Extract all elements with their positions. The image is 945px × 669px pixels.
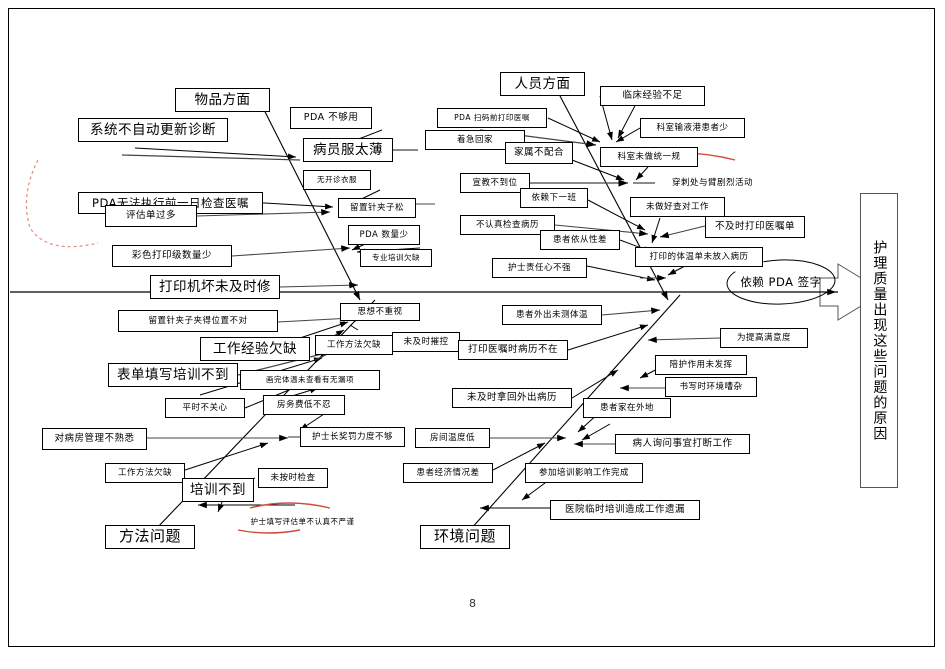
cause-box-dayinti: 打印的体温单未放入病历 [635,247,763,267]
page-number: 8 [469,597,476,610]
cause-box-huanjing: 环境问题 [420,525,510,549]
cause-box-weianshi: 未按时检查 [258,468,328,488]
cause-box-canjia: 参加培训影响工作完成 [525,463,643,483]
cause-box-huanzheyi: 患者依从性差 [540,230,620,250]
cause-box-huanzhejingji: 患者经济情况差 [403,463,493,483]
cause-box-xitong: 系统不自动更新诊断 [78,118,228,142]
cause-box-hushizhang: 护士长奖罚力度不够 [300,427,405,447]
cause-box-duibingfang: 对病房管理不熟悉 [42,428,147,450]
cause-box-peixun: 培训不到 [182,478,254,502]
conclusion-label: 护理质量出现这些问题的原因 [871,239,888,442]
cause-box-bingren: 病人询问事宜打断工作 [615,434,750,454]
cause-box-yiyuan: 医院临时培训造成工作遗漏 [550,500,700,520]
cause-box-yilaipda: 依赖 PDA 签字 [740,274,822,289]
cause-box-yilaixia: 依赖下一班 [520,188,588,208]
cause-box-fangjian: 房间温度低 [415,428,490,448]
cause-box-bingyuanfu: 病员服太薄 [303,138,393,162]
cause-box-wukaizhen: 无开诊衣服 [303,170,371,190]
cause-box-weijishinahui: 未及时拿回外出病历 [452,388,572,408]
cause-box-caise: 彩色打印级数量少 [112,245,232,267]
cause-box-pingguda: 评估单过多 [105,205,197,227]
cause-box-bujishi: 不及时打印医嘱单 [705,216,805,238]
cause-box-fangfa: 方法问题 [105,525,195,549]
cause-box-huanzhejia: 患者家在外地 [583,398,671,418]
cause-box-fangwu: 房务费低不忍 [263,395,345,415]
cause-box-pingshi: 平时不关心 [165,398,245,418]
cause-box-pdashuliang: PDA 数量少 [348,225,420,245]
cause-box-linchuang: 临床经验不足 [600,86,705,106]
cause-box-keshishuye: 科室输液港患者少 [640,118,745,138]
cause-box-huanzhewaichu: 患者外出未测体温 [502,305,602,325]
cause-box-keshiwei: 科室未做统一规 [600,147,698,167]
cause-box-jiashu: 家属不配合 [505,142,573,164]
cause-box-dayinyizhu: 打印医嘱时病历不在 [458,340,568,360]
cause-box-shuxie: 书写时环境嘈杂 [665,377,757,397]
cause-box-huawan: 画完体温未查看有无漏项 [240,370,380,390]
cause-box-gongzuojing: 工作经验欠缺 [200,337,310,361]
cause-box-weizuohao: 未做好查对工作 [630,197,725,217]
cause-box-weijishicuikong: 未及时摧控 [392,332,460,352]
cause-box-dayinji: 打印机坏未及时修 [150,275,280,299]
cause-box-liuzhiwei: 留置针夹子夹得位置不对 [118,310,278,332]
cause-box-hushize: 护士责任心不强 [492,258,587,278]
cause-box-hushitian: 护士填写评估单不认真不严谨 [250,517,355,527]
cause-box-wupin: 物品方面 [175,88,270,112]
cause-box-chuanci: 穿刺处与臂剧烈活动 [671,177,753,188]
cause-box-zhuanye: 专业培训欠缺 [360,249,432,267]
fishbone-diagram-page: 物品方面 系统不自动更新诊断 PDA 不够用 病员服太薄 PDA无法执行前一日检查医嘱无… [0,0,945,669]
conclusion-box: 护理质量出现这些问题的原因 [860,193,898,488]
cause-box-renyuan: 人员方面 [500,72,585,96]
cause-box-pdasaoma: PDA 扫码前打印医嘱 [437,108,547,128]
cause-box-liuzhizhen: 留置针夹子松 [338,198,416,218]
cause-box-pdabugou: PDA 不够用 [290,107,372,129]
cause-box-weitigao: 为提高满意度 [720,328,808,348]
cause-box-gongzuofang2: 工作方法欠缺 [105,463,185,483]
cause-box-biaodan: 表单填写培训不到 [108,363,238,387]
cause-box-gongzuofang: 工作方法欠缺 [315,335,393,355]
cause-box-sixiang: 思想不重视 [340,303,420,321]
cause-box-peihu: 陪护作用未发挥 [655,355,747,375]
